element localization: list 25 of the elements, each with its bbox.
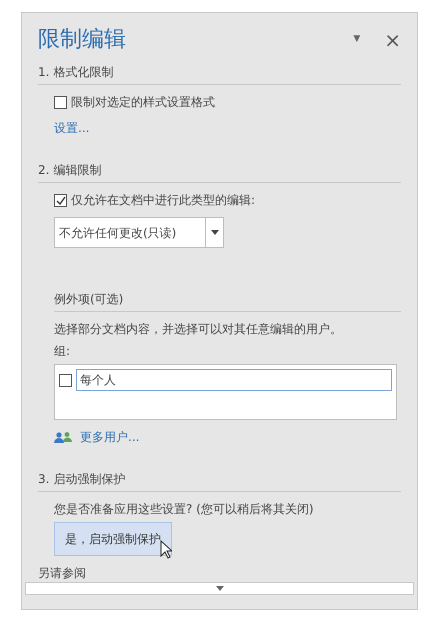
- dropdown-caret-icon: [210, 230, 218, 235]
- checkbox-label: 限制对选定的样式设置格式: [71, 94, 215, 111]
- pane-menu-button[interactable]: ▼: [353, 33, 360, 47]
- groups-label: 组:: [54, 343, 72, 360]
- cursor-icon: [160, 540, 172, 559]
- close-button[interactable]: ×: [384, 30, 401, 50]
- section-heading: 1. 格式化限制: [38, 63, 401, 85]
- section-heading: 另请参阅: [38, 565, 87, 582]
- pane-title: 限制编辑: [38, 29, 127, 51]
- section-heading: 3. 启动强制保护: [38, 470, 401, 492]
- checkbox[interactable]: [54, 96, 67, 108]
- group-item[interactable]: 每个人: [76, 369, 392, 391]
- users-icon: [54, 431, 72, 443]
- more-users-link[interactable]: 更多用户...: [80, 428, 140, 446]
- checkbox[interactable]: [59, 374, 72, 386]
- checkbox[interactable]: [54, 194, 67, 206]
- settings-link[interactable]: 设置...: [54, 121, 90, 135]
- section-heading: 2. 编辑限制: [38, 161, 401, 183]
- checkbox-label: 仅允许在文档中进行此类型的编辑:: [71, 192, 256, 209]
- edit-type-dropdown[interactable]: 不允许任何更改(只读): [54, 217, 224, 248]
- dropdown-caret-icon: [216, 586, 224, 591]
- question-text: 您是否准备应用这些设置? (您可以稍后将其关闭): [54, 501, 315, 518]
- start-enforcement-button[interactable]: 是，启动强制保护: [54, 522, 172, 556]
- subsection-heading: 例外项(可选): [54, 290, 401, 312]
- description-text: 选择部分文档内容，并选择可以对其任意编辑的用户。: [54, 321, 343, 338]
